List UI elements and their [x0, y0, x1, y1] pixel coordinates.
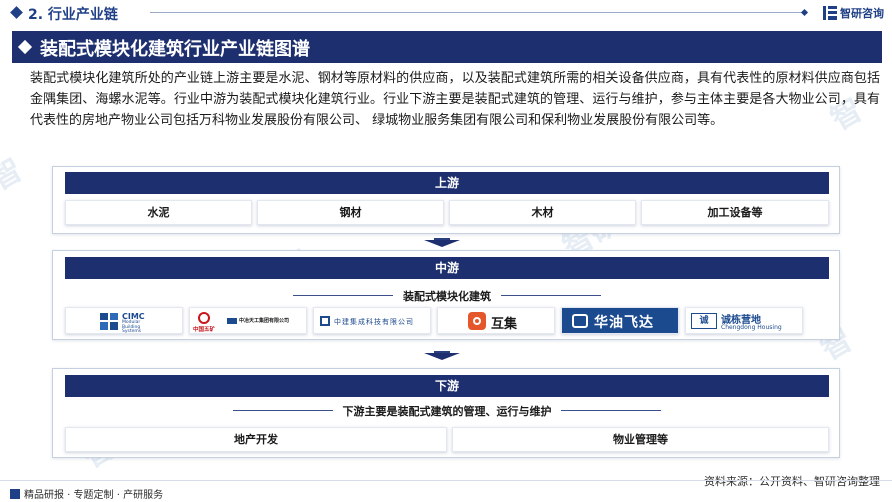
- logo-subtext: Modular Building Systems: [122, 320, 142, 334]
- source-note: 资料来源：公开资料、智研咨询整理: [704, 475, 880, 488]
- logo-text: 中国五矿: [193, 327, 216, 333]
- footer-tagline: 精品研报 · 专题定制 · 产研服务: [10, 486, 163, 501]
- cscec-integration-logo: [320, 316, 330, 326]
- downstream-panel: 下游 下游主要是装配式建筑的管理、运行与维护 地产开发 物业管理等: [52, 368, 840, 458]
- midstream-logos: CIMC Modular Building Systems 中国五矿 中冶天工集…: [65, 307, 803, 334]
- top-bar: 2. 行业产业链 智研咨询: [0, 0, 892, 26]
- company-logo: 诚 诚栋营地 Chengdong Housing: [685, 307, 803, 334]
- upstream-item: 加工设备等: [641, 200, 829, 225]
- watermark: 智: [0, 152, 29, 198]
- midstream-subtitle: 装配式模块化建筑: [53, 288, 841, 304]
- huayou-feida-logo: [572, 314, 588, 328]
- downstream-items: 地产开发 物业管理等: [65, 427, 829, 452]
- brand-name: 智研咨询: [840, 7, 884, 20]
- divider: [150, 12, 805, 13]
- huji-logo: [468, 312, 486, 330]
- brand-icon: [823, 6, 837, 20]
- logo-text: 中建集成科技有限公司: [334, 318, 414, 326]
- midstream-label: 中游: [65, 257, 829, 279]
- page-title: 装配式模块化建筑行业产业链图谱: [40, 39, 310, 60]
- company-logo: CIMC Modular Building Systems: [65, 307, 183, 334]
- company-logo: 中建集成科技有限公司: [313, 307, 431, 334]
- upstream-item: 木材: [449, 200, 636, 225]
- logo-text: 华油飞达: [594, 315, 654, 331]
- upstream-label: 上游: [65, 172, 829, 194]
- intro-paragraph: 装配式模块化建筑所处的产业链上游主要是水泥、钢材等原材料的供应商，以及装配式建筑…: [30, 71, 880, 128]
- brand-logo: 智研咨询: [823, 5, 884, 21]
- diamond-icon: [17, 39, 33, 55]
- section-title: 2. 行业产业链: [28, 7, 118, 23]
- downstream-item: 物业管理等: [452, 427, 829, 452]
- logo-subtext: Chengdong Housing: [721, 324, 782, 331]
- logo-subtext: 中冶天工集团有限公司: [239, 318, 290, 324]
- minmetals-logo: [198, 312, 210, 324]
- page-header: 装配式模块化建筑行业产业链图谱: [12, 31, 882, 63]
- divider: [0, 480, 892, 481]
- diamond-icon: [10, 6, 23, 19]
- chengdong-logo: 诚: [691, 313, 717, 329]
- upstream-panel: 上游 水泥 钢材 木材 加工设备等: [52, 166, 840, 234]
- logo-text: 互集: [491, 317, 518, 332]
- downstream-label: 下游: [65, 375, 829, 397]
- downstream-item: 地产开发: [65, 427, 447, 452]
- mcc-mark: [227, 318, 237, 324]
- upstream-item: 水泥: [65, 200, 252, 225]
- company-logo: 中国五矿 中冶天工集团有限公司: [189, 307, 307, 334]
- midstream-panel: 中游 装配式模块化建筑 CIMC Modular Building System…: [52, 250, 840, 340]
- company-logo: 互集: [437, 307, 555, 334]
- cimc-logo: [100, 313, 118, 330]
- upstream-item: 钢材: [257, 200, 444, 225]
- upstream-items: 水泥 钢材 木材 加工设备等: [65, 200, 829, 225]
- downstream-subtitle: 下游主要是装配式建筑的管理、运行与维护: [53, 403, 841, 419]
- flow-arrow-icon: [424, 238, 460, 247]
- company-logo: 华油飞达: [561, 307, 679, 334]
- flow-arrow-icon: [424, 351, 460, 360]
- brand-icon: [10, 488, 20, 499]
